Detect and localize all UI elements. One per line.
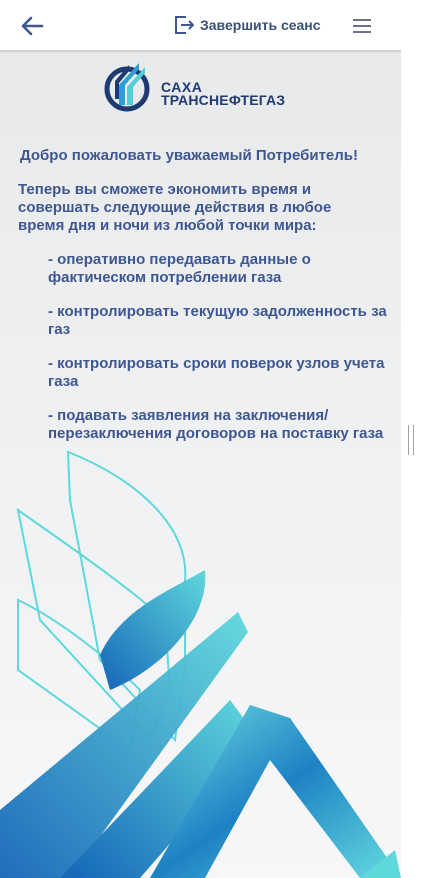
scrollbar-handle[interactable]	[408, 425, 414, 455]
hamburger-menu-icon[interactable]	[350, 14, 374, 38]
feature-item: - контролировать текущую задолженность з…	[48, 303, 387, 338]
logout-label: Завершить сеанс	[200, 17, 321, 33]
main-page: Завершить сеанс САХА ТРАНСНЕФТЕГАЗ Добро…	[0, 0, 401, 878]
welcome-heading: Добро пожаловать уважаемый Потребитель!	[20, 147, 359, 164]
feature-item: - подавать заявления на заключения/ пере…	[48, 407, 384, 442]
logo-line2: ТРАНСНЕФТЕГАЗ	[161, 92, 286, 108]
feature-item: - контролировать сроки поверок узлов уче…	[48, 355, 385, 390]
logo-text: САХА ТРАНСНЕФТЕГАЗ	[161, 80, 286, 108]
feature-list: - оперативно передавать данные о фактиче…	[48, 251, 393, 459]
feature-item: - оперативно передавать данные о фактиче…	[48, 251, 311, 286]
logout-button[interactable]: Завершить сеанс	[172, 13, 321, 37]
logo-emblem-icon	[104, 63, 150, 112]
company-logo: САХА ТРАНСНЕФТЕГАЗ	[103, 55, 303, 115]
intro-text: Теперь вы сможете экономить время и сове…	[18, 181, 332, 234]
top-bar: Завершить сеанс	[0, 0, 401, 51]
logout-icon	[175, 16, 194, 34]
background-flame-decoration	[0, 450, 401, 878]
arrow-left-icon[interactable]	[18, 12, 46, 40]
